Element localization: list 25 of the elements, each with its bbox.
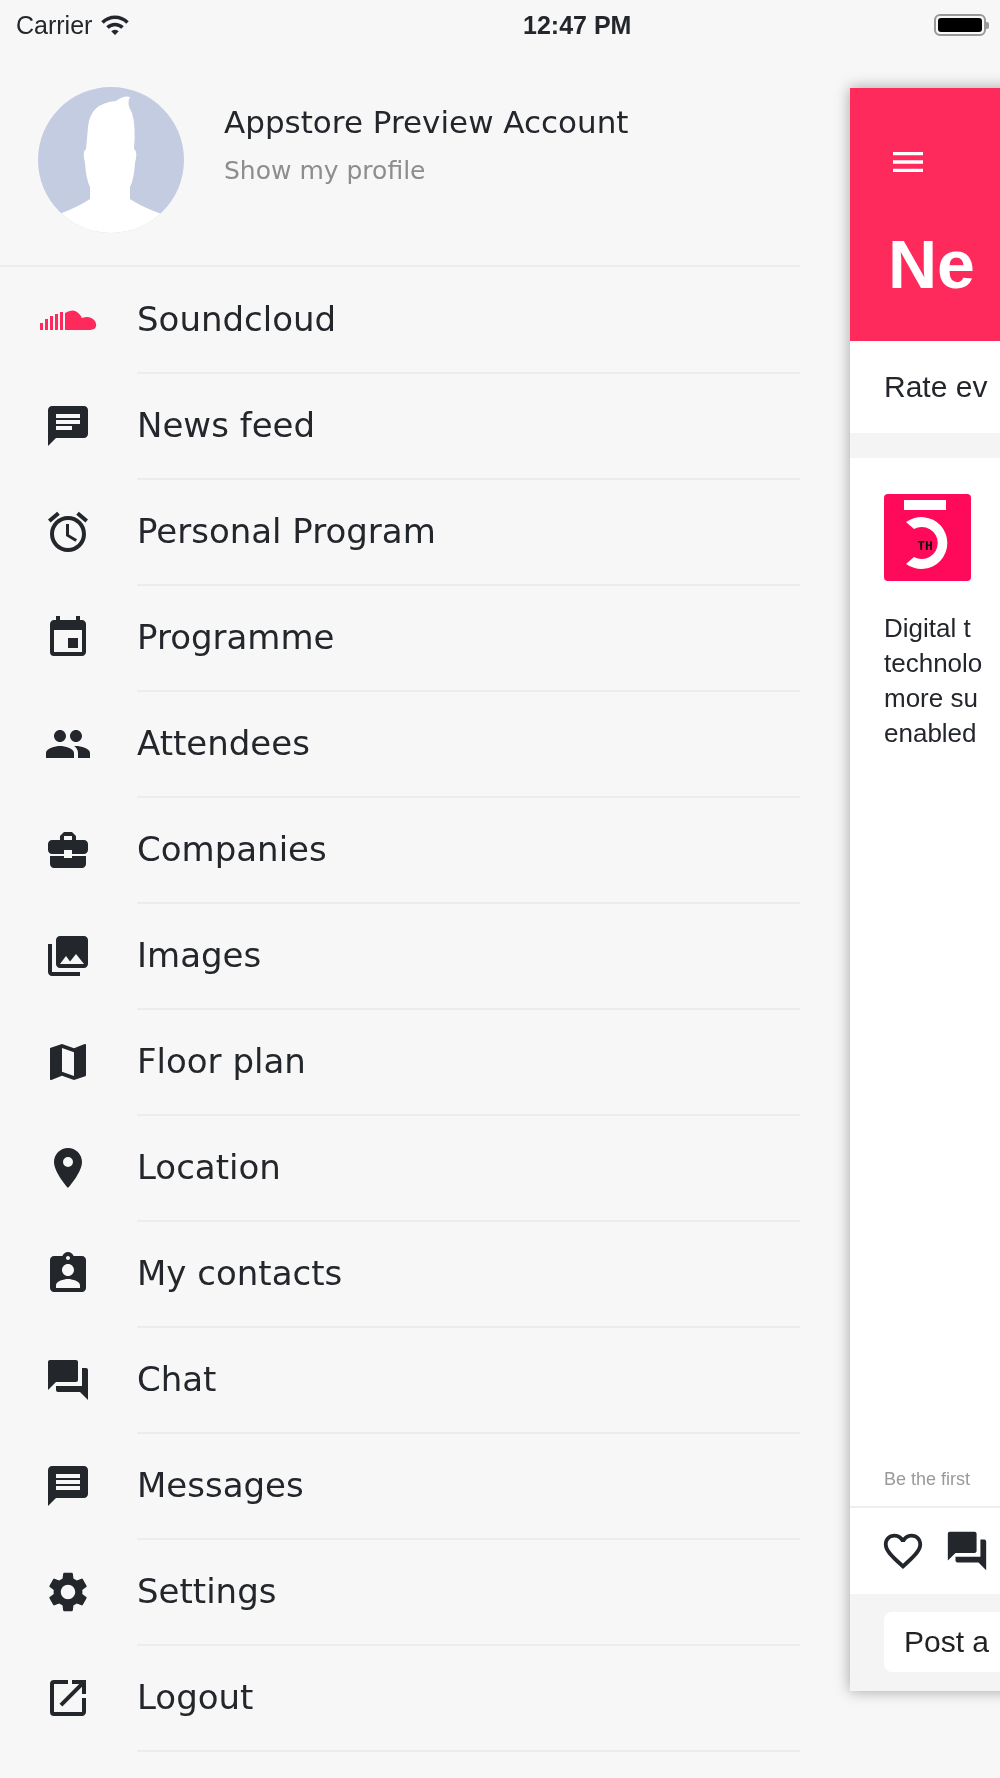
- cloud-icon: [37, 309, 98, 331]
- menu-item[interactable]: Programme: [0, 585, 800, 691]
- menu-item[interactable]: Location: [0, 1115, 800, 1221]
- logo: TH: [884, 494, 971, 581]
- menu-item[interactable]: News feed: [0, 373, 800, 479]
- menu-item[interactable]: Images: [0, 903, 800, 1009]
- comment-field[interactable]: Post a: [884, 1612, 1000, 1672]
- clock-time: 12:47 PM: [523, 10, 632, 40]
- tab[interactable]: Rate ev: [850, 341, 1000, 433]
- menu-item[interactable]: Settings: [0, 1539, 800, 1645]
- menu-item[interactable]: Messages: [0, 1433, 800, 1539]
- battery-icon: [934, 14, 986, 36]
- post-text: Digital t technolo more su enabled: [884, 612, 984, 750]
- likes-hint: Be the first: [884, 1469, 972, 1490]
- menu-item[interactable]: Logout: [0, 1645, 800, 1751]
- account-name: Appstore Preview Account: [224, 103, 629, 140]
- page-title: Ne: [888, 230, 976, 298]
- menu-item[interactable]: Companies: [0, 797, 800, 903]
- carrier-name: Carrier: [16, 10, 93, 40]
- menu-item[interactable]: Soundcloud: [0, 267, 800, 373]
- menu-item[interactable]: Personal Program: [0, 479, 800, 585]
- menu-item[interactable]: Attendees: [0, 691, 800, 797]
- menu-item[interactable]: My contacts: [0, 1221, 800, 1327]
- menu-item[interactable]: Floor plan: [0, 1009, 800, 1115]
- menu-item[interactable]: Chat: [0, 1327, 800, 1433]
